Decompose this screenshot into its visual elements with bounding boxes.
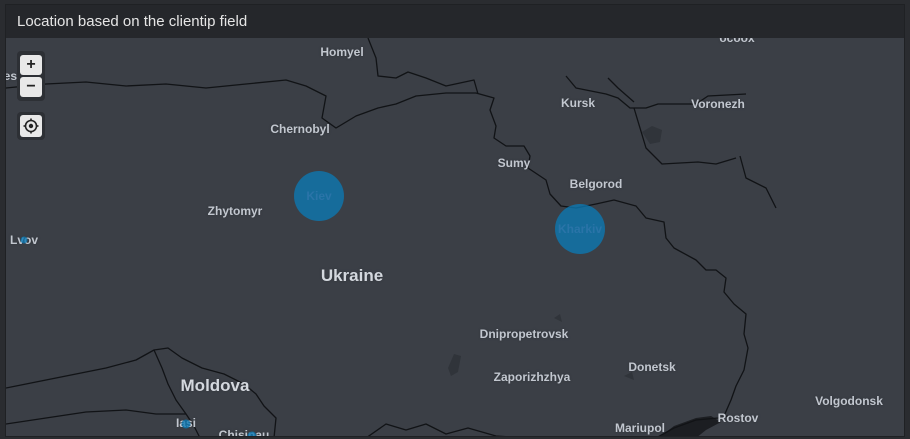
map-marker-iasi[interactable] — [181, 419, 191, 429]
map-panel: Location based on the clientip field Ukr… — [5, 4, 905, 437]
country-label-moldova: Moldova — [180, 376, 250, 395]
reservoir-shape — [448, 354, 461, 376]
coast-south — [367, 423, 506, 436]
locate-button[interactable] — [20, 115, 42, 137]
locate-control — [17, 112, 45, 140]
border-romania — [6, 409, 186, 425]
city-label-donetsk: Donetsk — [628, 360, 676, 374]
city-label-kiev: Kiev — [306, 189, 332, 203]
city-label-rostov: Rostov — [717, 411, 759, 425]
map-marker-kharkiv[interactable]: Kharkiv — [555, 204, 605, 254]
city-label-kharkiv: Kharkiv — [557, 222, 603, 236]
border-russia-internal-4 — [607, 77, 635, 103]
border-ukraine-russia — [475, 92, 749, 417]
panel-title: Location based on the clientip field — [6, 5, 904, 38]
city-label-dnipropetrovsk: Dnipropetrovsk — [479, 327, 569, 341]
city-label-voronezh: Voronezh — [691, 97, 745, 111]
zoom-out-button[interactable]: − — [20, 77, 42, 97]
city-label-homyel: Homyel — [320, 45, 364, 59]
city-label-zaporizhzhya: Zaporizhzhya — [493, 370, 571, 384]
city-label-chernobyl: Chernobyl — [270, 122, 330, 136]
city-label-kursk: Kursk — [560, 96, 596, 110]
city-label-sumy: Sumy — [497, 156, 531, 170]
city-label-mariupol: Mariupol — [615, 421, 665, 435]
border-russia-internal-3 — [739, 155, 777, 209]
reservoir-shape-2 — [554, 314, 562, 322]
border-belarus-north — [367, 38, 479, 95]
city-label-zhytomyr: Zhytomyr — [207, 204, 263, 218]
zoom-controls: + − — [17, 51, 45, 101]
zoom-in-button[interactable]: + — [20, 55, 42, 75]
map-marker-chisinau[interactable] — [247, 431, 257, 436]
city-label-belgorod: Belgorod — [569, 177, 623, 191]
lake-shape — [642, 126, 662, 144]
city-label-chisinau: Chisinau — [218, 428, 270, 437]
city-label-volgodonsk: Volgodonsk — [815, 394, 883, 408]
crosshair-icon — [23, 118, 39, 134]
map-marker-lvov[interactable] — [20, 236, 28, 244]
map-borders — [6, 38, 777, 436]
map-canvas[interactable]: Ukraine Moldova Homyel Kursk Voronezh Ch… — [6, 31, 904, 437]
map-marker-kiev[interactable]: Kiev — [294, 171, 344, 221]
country-label-ukraine: Ukraine — [320, 266, 384, 285]
border-belarus-ukraine — [6, 79, 476, 129]
